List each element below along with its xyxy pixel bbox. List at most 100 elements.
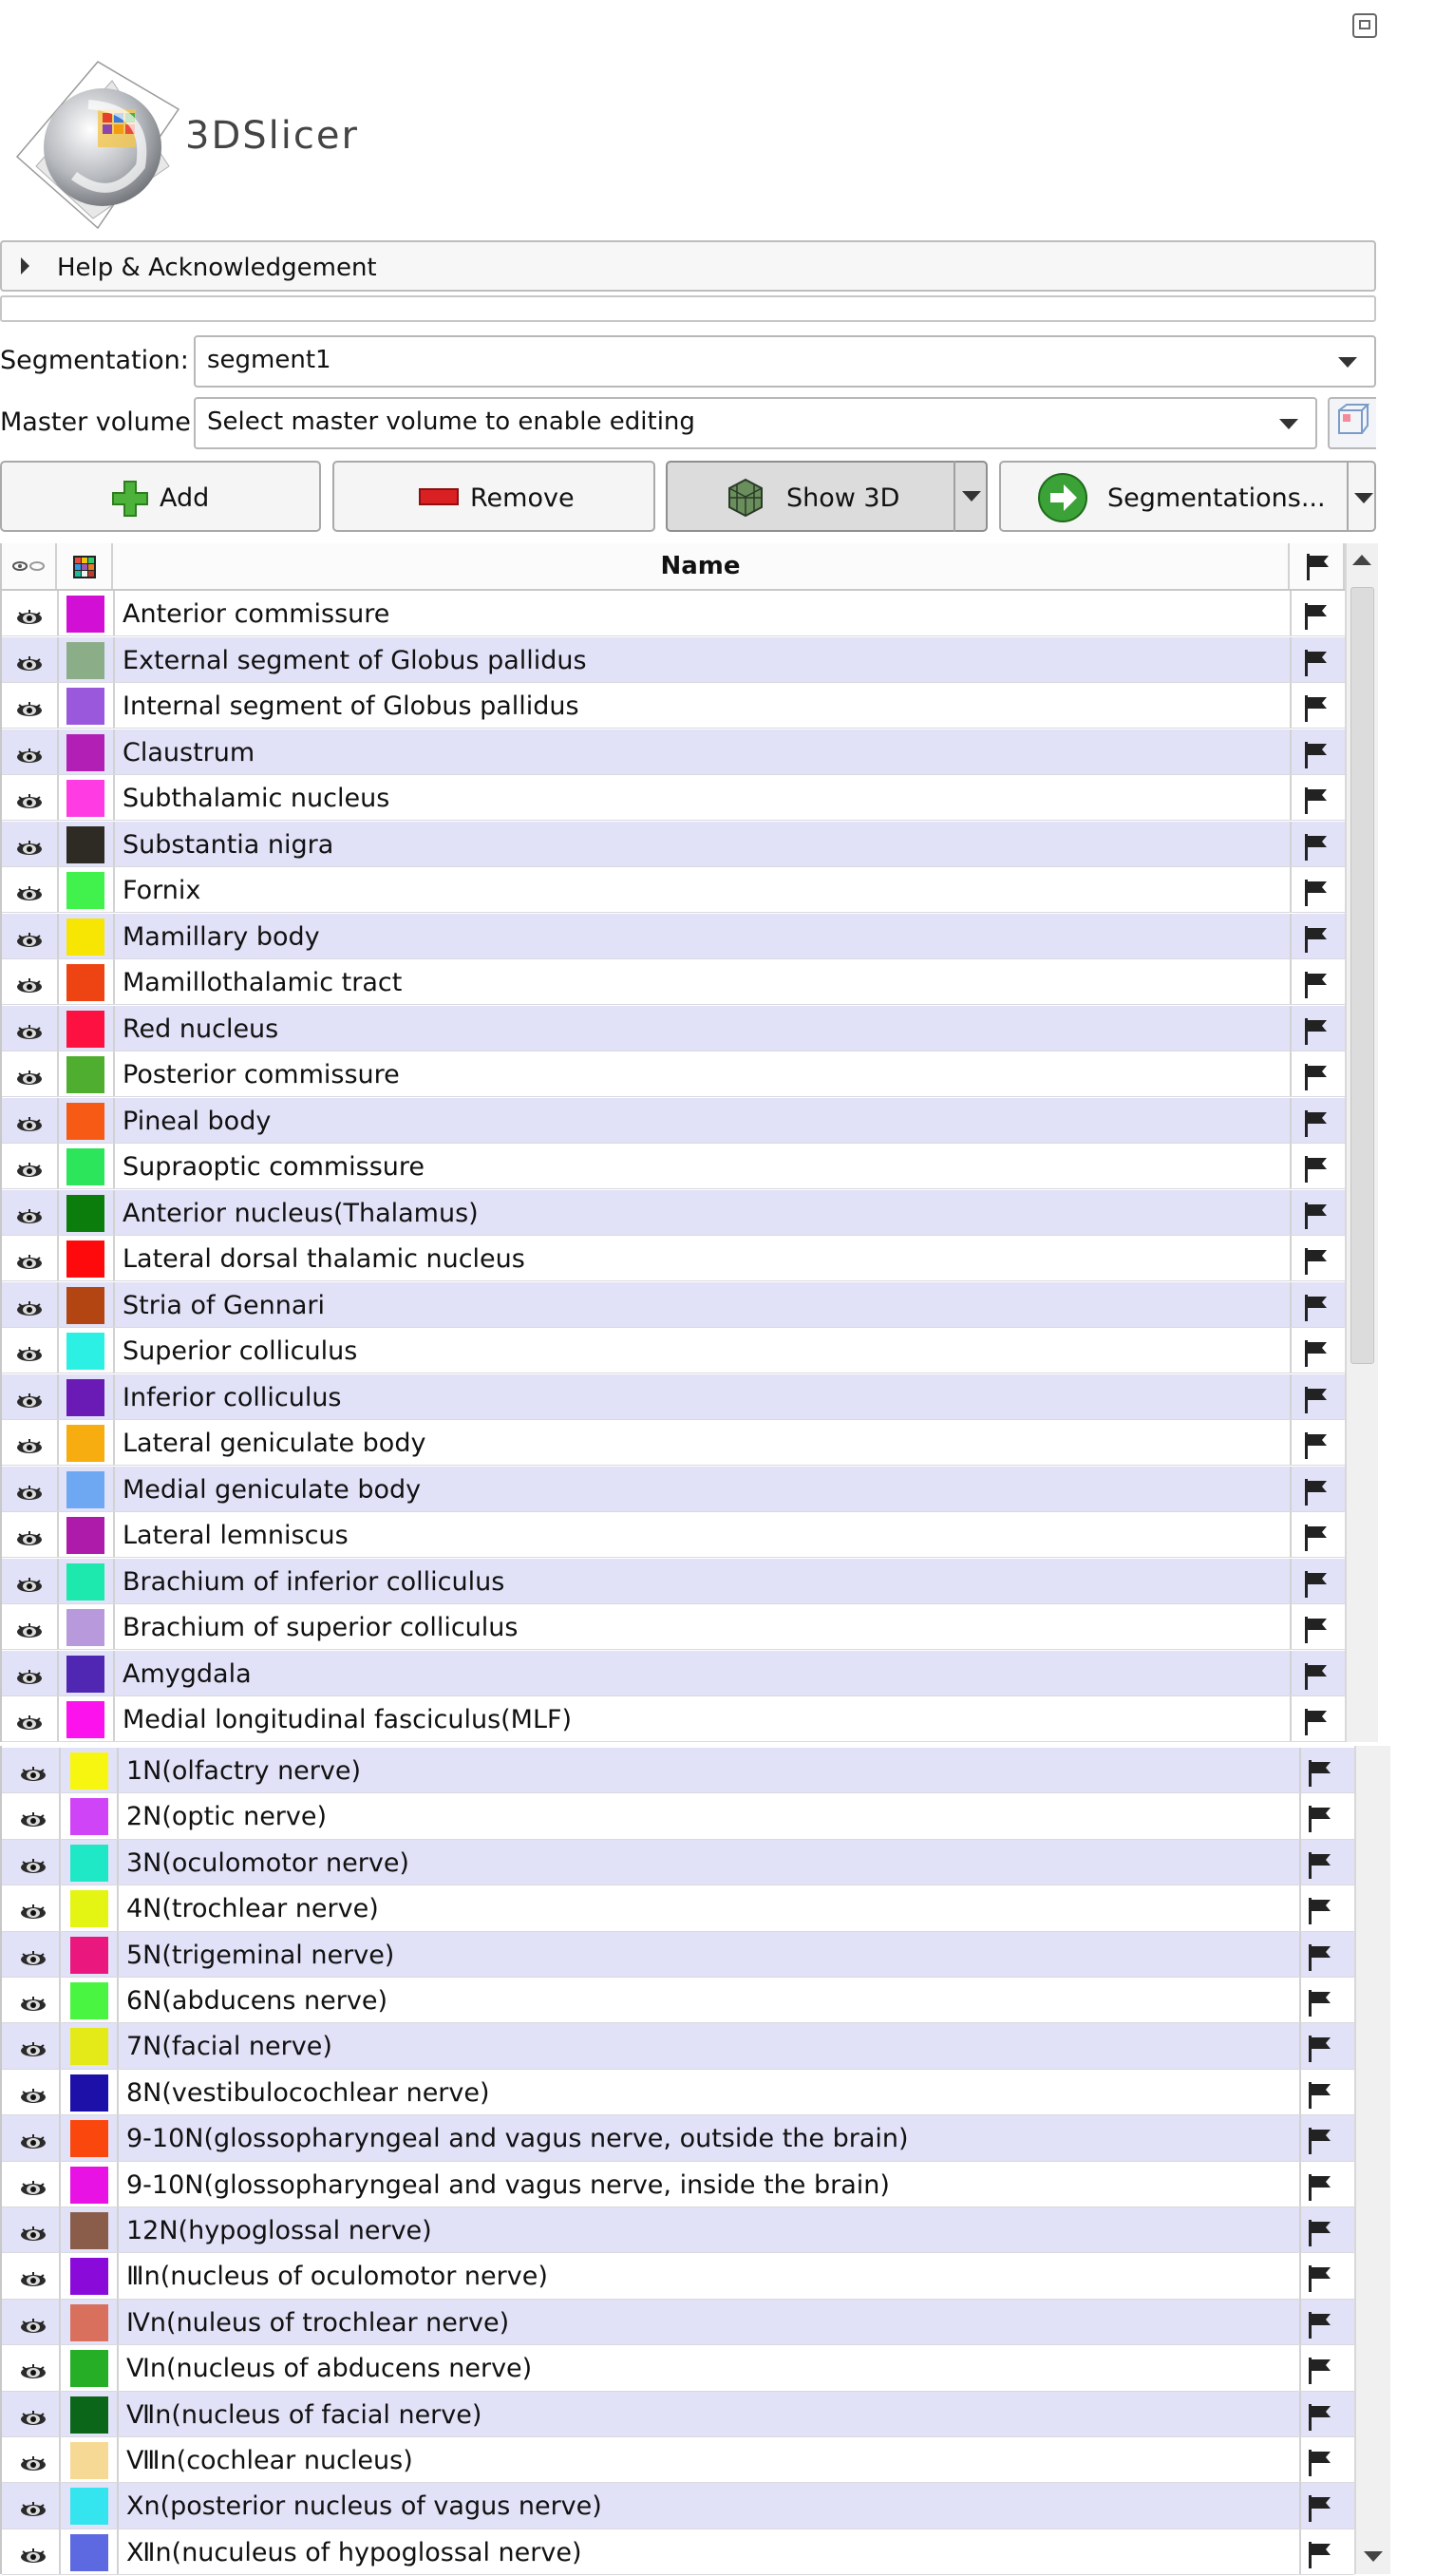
eye-icon[interactable] (15, 788, 44, 817)
segment-name[interactable]: 2N(optic nerve) (126, 1802, 327, 1831)
segment-name[interactable]: Claustrum (123, 738, 255, 767)
eye-icon[interactable] (19, 1991, 47, 2019)
flag-icon[interactable] (1303, 1616, 1330, 1651)
segment-color-swatch[interactable] (66, 733, 104, 771)
segment-row[interactable]: Ⅲn(nucleus of oculomotor nerve) (2, 2253, 1354, 2300)
segment-row[interactable]: 4N(trochlear nerve) (2, 1885, 1354, 1932)
add-segment-button[interactable]: Add (0, 461, 321, 532)
segment-name[interactable]: 7N(facial nerve) (126, 2032, 332, 2061)
eye-icon[interactable] (19, 1807, 47, 1835)
segment-color-swatch[interactable] (66, 1102, 104, 1140)
segment-color-swatch[interactable] (66, 688, 104, 725)
segmentations-button[interactable]: Segmentations... (999, 461, 1376, 532)
segment-color-swatch[interactable] (70, 2028, 108, 2066)
eye-icon[interactable] (15, 1710, 44, 1738)
segment-color-swatch[interactable] (70, 2488, 108, 2526)
segment-color-swatch[interactable] (66, 1286, 104, 1324)
segment-name[interactable]: Ⅲn(nucleus of oculomotor nerve) (126, 2262, 548, 2291)
flag-icon[interactable] (1303, 602, 1330, 637)
segment-row[interactable]: 7N(facial nerve) (2, 2023, 1354, 2070)
segment-row[interactable]: Stria of Gennari (2, 1281, 1345, 1328)
segment-color-swatch[interactable] (70, 2396, 108, 2434)
flag-icon[interactable] (1307, 1759, 1333, 1794)
eye-icon[interactable] (15, 1341, 44, 1370)
segment-color-swatch[interactable] (70, 1752, 108, 1790)
eye-icon[interactable] (19, 2543, 47, 2571)
show-3d-button[interactable]: Show 3D (666, 461, 988, 532)
scroll-up-icon[interactable] (1352, 555, 1371, 565)
eye-icon[interactable] (19, 1853, 47, 1882)
segment-color-swatch[interactable] (66, 1563, 104, 1601)
segment-color-swatch[interactable] (66, 596, 104, 633)
segment-row[interactable]: Ⅻn(nuculeus of hypoglossal nerve) (2, 2529, 1354, 2576)
flag-icon[interactable] (1303, 741, 1330, 776)
eye-icon[interactable] (15, 743, 44, 771)
eye-icon[interactable] (19, 1899, 47, 1927)
eye-icon[interactable] (19, 1761, 47, 1790)
eye-icon[interactable] (15, 1388, 44, 1416)
master-volume-select[interactable]: Select master volume to enable editing (194, 397, 1317, 449)
flag-icon[interactable] (1303, 649, 1330, 684)
flag-icon[interactable] (1303, 971, 1330, 1006)
eye-icon[interactable] (19, 2266, 47, 2295)
segment-color-swatch[interactable] (70, 1798, 108, 1836)
segment-row[interactable]: Supraoptic commissure (2, 1144, 1345, 1190)
segment-name[interactable]: 5N(trigeminal nerve) (126, 1941, 394, 1970)
eye-icon[interactable] (15, 604, 44, 633)
segment-row[interactable]: Internal segment of Globus pallidus (2, 683, 1345, 729)
segment-row[interactable]: 8N(vestibulocochlear nerve) (2, 2069, 1354, 2116)
segment-color-swatch[interactable] (70, 1890, 108, 1928)
segment-row[interactable]: 12N(hypoglossal nerve) (2, 2207, 1354, 2254)
segment-name[interactable]: 3N(oculomotor nerve) (126, 1848, 409, 1878)
flag-icon[interactable] (1307, 1805, 1333, 1840)
status-column-header[interactable] (1290, 543, 1345, 589)
segment-name[interactable]: Medial geniculate body (123, 1475, 421, 1505)
eye-icon[interactable] (15, 1065, 44, 1093)
eye-icon[interactable] (19, 2175, 47, 2204)
flag-icon[interactable] (1307, 1989, 1333, 2024)
segment-name[interactable]: Ⅵn(nucleus of abducens nerve) (126, 2354, 532, 2383)
flag-icon[interactable] (1303, 1386, 1330, 1421)
segment-color-swatch[interactable] (66, 1056, 104, 1093)
show-3d-dropdown[interactable] (954, 461, 988, 532)
segment-name[interactable]: Internal segment of Globus pallidus (123, 691, 579, 721)
flag-icon[interactable] (1303, 1478, 1330, 1513)
visibility-column-header[interactable] (2, 543, 57, 589)
undock-button[interactable] (1352, 13, 1377, 38)
segment-row[interactable]: Amygdala (2, 1650, 1345, 1696)
help-acknowledgement-section[interactable]: Help & Acknowledgement (0, 240, 1376, 292)
flag-icon[interactable] (1303, 1524, 1330, 1559)
flag-icon[interactable] (1303, 1570, 1330, 1605)
segment-name[interactable]: Mamillothalamic tract (123, 968, 402, 997)
eye-icon[interactable] (15, 1111, 44, 1140)
segment-name[interactable]: Anterior commissure (123, 599, 389, 629)
eye-icon[interactable] (19, 2405, 47, 2434)
segment-color-swatch[interactable] (70, 1844, 108, 1882)
flag-icon[interactable] (1307, 2081, 1333, 2116)
segment-row[interactable]: 5N(trigeminal nerve) (2, 1931, 1354, 1978)
segment-row[interactable]: Red nucleus (2, 1005, 1345, 1051)
segment-color-swatch[interactable] (66, 1378, 104, 1416)
segment-color-swatch[interactable] (70, 2120, 108, 2158)
eye-icon[interactable] (19, 2451, 47, 2479)
flag-icon[interactable] (1303, 1708, 1330, 1743)
segment-color-swatch[interactable] (66, 1148, 104, 1185)
segment-name[interactable]: Ⅶn(nucleus of facial nerve) (126, 2400, 481, 2430)
segment-name[interactable]: 1N(olfactry nerve) (126, 1756, 361, 1786)
segment-name[interactable]: Mamillary body (123, 922, 320, 952)
segment-row[interactable]: Ⅵn(nucleus of abducens nerve) (2, 2345, 1354, 2392)
segment-color-swatch[interactable] (66, 1333, 104, 1370)
segment-row[interactable]: Mamillothalamic tract (2, 959, 1345, 1006)
segment-name[interactable]: Stria of Gennari (123, 1291, 325, 1320)
segment-row[interactable]: 3N(oculomotor nerve) (2, 1839, 1354, 1886)
segment-row[interactable]: 6N(abducens nerve) (2, 1978, 1354, 2024)
segment-name[interactable]: Ⅳn(nuleus of trochlear nerve) (126, 2308, 509, 2338)
segment-color-swatch[interactable] (70, 2212, 108, 2249)
flag-icon[interactable] (1307, 2449, 1333, 2484)
flag-icon[interactable] (1307, 2357, 1333, 2392)
segment-row[interactable]: Fornix (2, 867, 1345, 914)
segment-name[interactable]: Red nucleus (123, 1014, 278, 1044)
segment-name[interactable]: Subthalamic nucleus (123, 784, 389, 813)
segment-color-swatch[interactable] (66, 918, 104, 956)
segment-color-swatch[interactable] (66, 1241, 104, 1278)
